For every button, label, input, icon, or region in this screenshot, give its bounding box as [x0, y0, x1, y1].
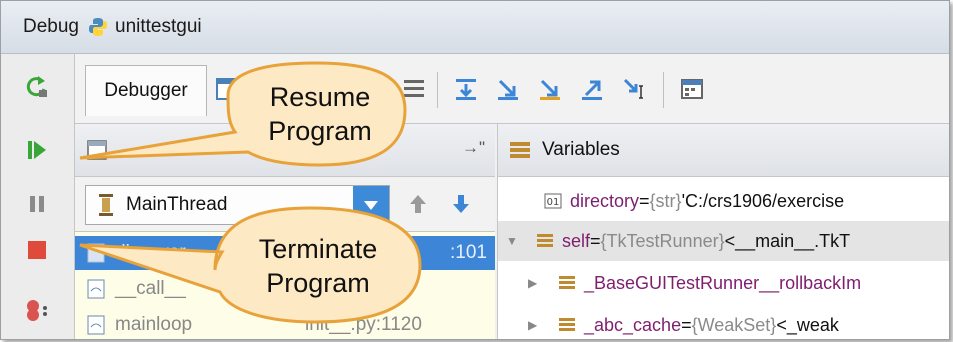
callout-annotations — [79, 61, 422, 324]
resume-callout-text: Resume Program — [268, 82, 372, 146]
terminate-callout-text: Terminate Program — [258, 234, 378, 298]
